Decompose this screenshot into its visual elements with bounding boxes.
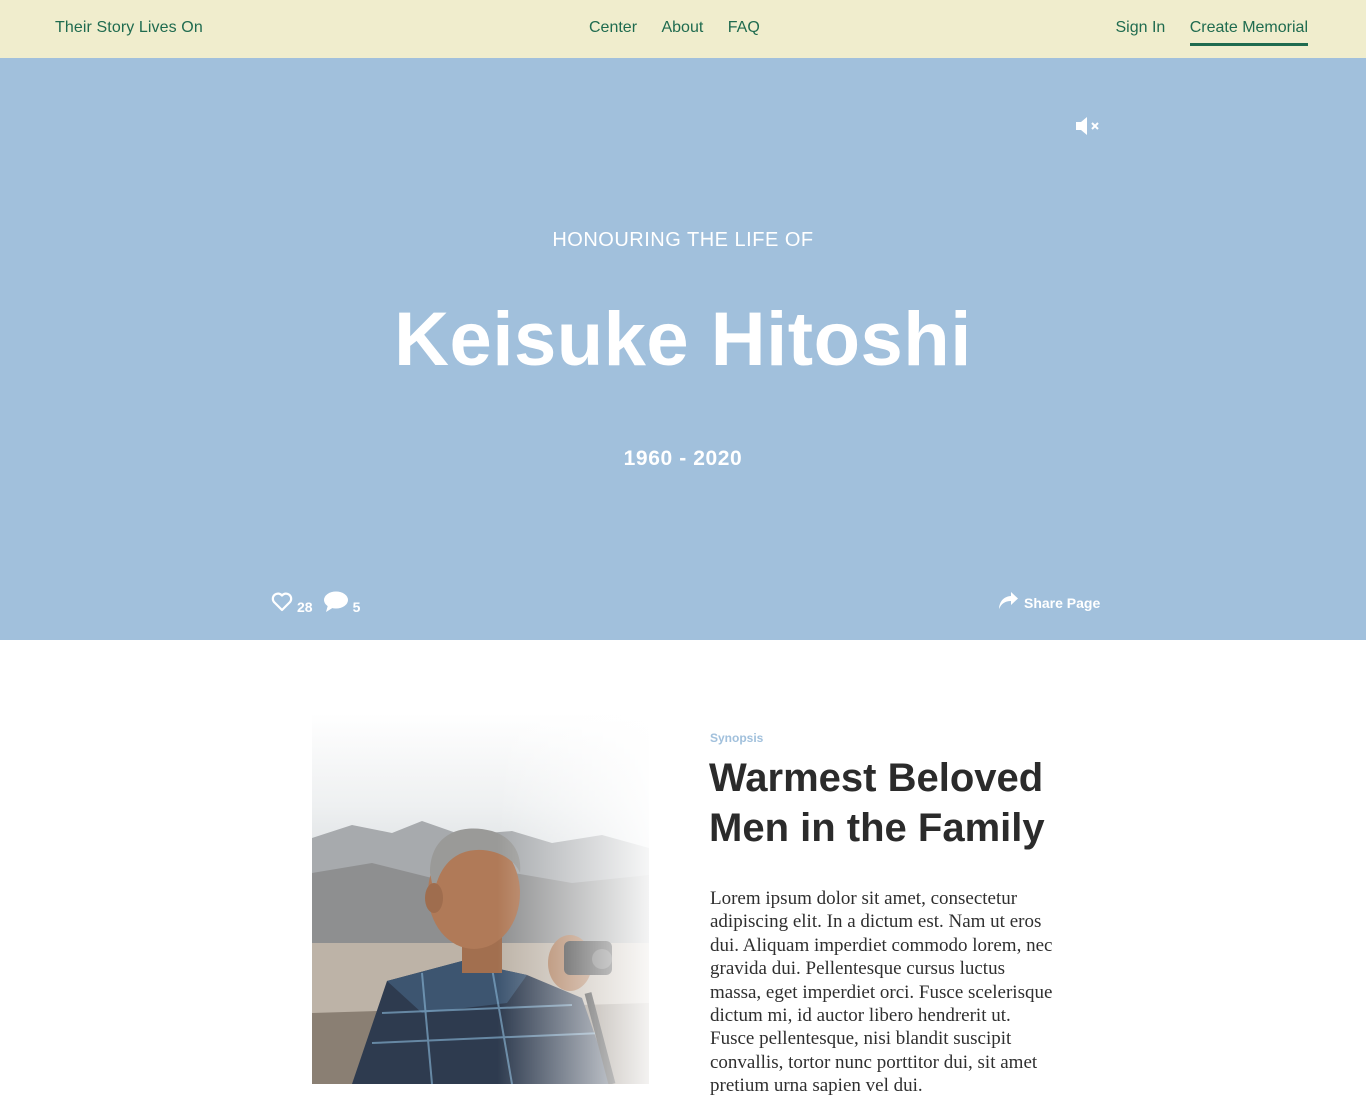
hero-eyebrow: HONOURING THE LIFE OF [552,229,814,251]
nav-link-about[interactable]: About [661,19,703,37]
like-button[interactable]: 28 [271,592,313,617]
share-page-label: Share Page [1024,595,1101,611]
engagement-stats: 28 5 [271,591,370,618]
speaker-muted-icon[interactable] [1074,115,1102,137]
sign-in-link[interactable]: Sign In [1115,19,1165,37]
main-nav: Center About FAQ [589,19,780,37]
life-years: 1960 - 2020 [623,447,743,470]
synopsis-label: Synopsis [710,731,764,745]
synopsis-title: Warmest Beloved Men in the Family [709,756,1045,850]
account-nav: Sign In Create Memorial [1095,19,1308,46]
memorial-photo [312,713,649,1084]
nav-link-faq[interactable]: FAQ [728,19,760,37]
synopsis-body: Lorem ipsum dolor sit amet, consectetur … [710,888,1053,1097]
comment-icon [323,591,349,618]
comment-count: 5 [352,598,361,615]
brand-logo-link[interactable]: Their Story Lives On [55,19,203,37]
like-count: 28 [297,598,313,615]
create-memorial-link[interactable]: Create Memorial [1189,19,1308,46]
comment-button[interactable]: 5 [323,591,361,618]
memorial-hero: HONOURING THE LIFE OF Keisuke Hitoshi 19… [0,58,1366,640]
share-arrow-icon [998,591,1019,615]
share-page-button[interactable]: Share Page [998,591,1100,615]
top-navigation: Their Story Lives On Center About FAQ Si… [0,0,1366,58]
heart-icon [271,592,293,617]
memorial-name: Keisuke Hitoshi [394,297,972,382]
nav-link-center[interactable]: Center [589,19,637,37]
